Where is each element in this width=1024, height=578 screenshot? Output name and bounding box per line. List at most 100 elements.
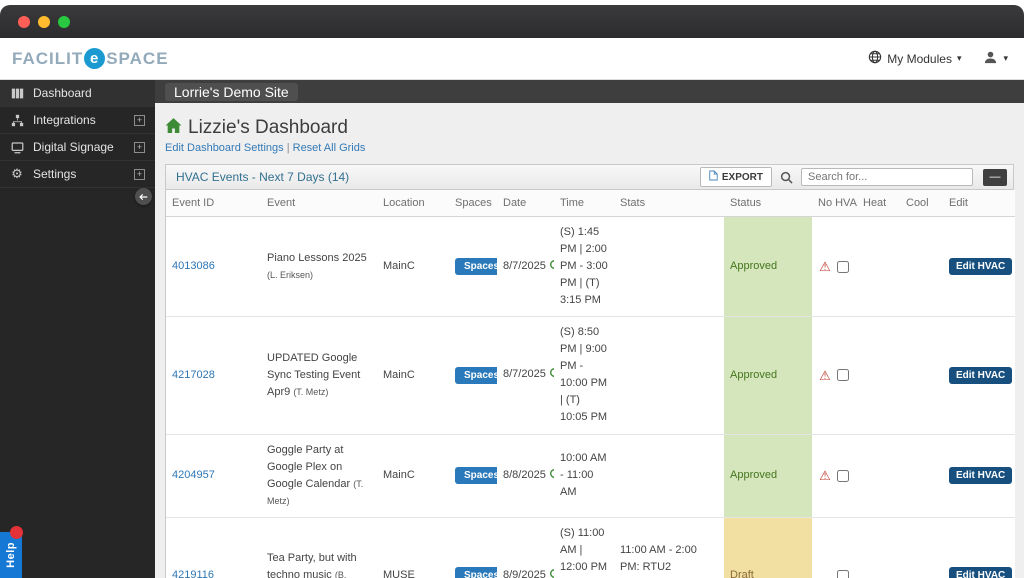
- facilitespace-logo[interactable]: FACILIT e SPACE: [12, 48, 169, 69]
- event-id-link[interactable]: 4219116: [172, 569, 214, 578]
- column-header-event[interactable]: Event: [261, 190, 377, 217]
- sync-icon[interactable]: [549, 259, 554, 276]
- chevron-down-icon: ▾: [1003, 53, 1008, 64]
- event-organizer: (T. Metz): [293, 387, 328, 397]
- sidebar-item-dashboard[interactable]: Dashboard: [0, 80, 155, 107]
- spaces-button[interactable]: Spaces: [455, 258, 497, 275]
- edit-hvac-button[interactable]: Edit HVAC: [949, 567, 1012, 578]
- event-location: MainC: [377, 217, 449, 317]
- status-badge: Approved: [724, 317, 812, 434]
- column-header-location[interactable]: Location: [377, 190, 449, 217]
- expand-plus-icon[interactable]: +: [134, 169, 145, 180]
- heat-cell: [857, 434, 900, 517]
- no-hvac-checkbox[interactable]: [837, 570, 849, 578]
- event-id-link[interactable]: 4217028: [172, 369, 215, 381]
- column-header-heat[interactable]: Heat: [857, 190, 900, 217]
- zoom-window-button[interactable]: [58, 16, 70, 28]
- expand-plus-icon[interactable]: +: [134, 142, 145, 153]
- sidebar-item-label: Settings: [33, 167, 76, 181]
- column-header-cool[interactable]: Cool: [900, 190, 943, 217]
- search-icon[interactable]: [780, 171, 793, 184]
- help-tab[interactable]: Help: [0, 532, 22, 578]
- dashboard-content: Lizzie's Dashboard Edit Dashboard Settin…: [155, 103, 1024, 578]
- event-date: 8/7/2025: [503, 260, 546, 272]
- sidebar-items: DashboardIntegrations+Digital Signage+⚙S…: [0, 80, 155, 188]
- event-id-link[interactable]: 4204957: [172, 469, 215, 481]
- table-header-row: Event IDEventLocationSpacesDateTimeStats…: [166, 190, 1015, 217]
- sidebar-item-label: Integrations: [33, 113, 96, 127]
- sync-icon[interactable]: [549, 468, 554, 485]
- heat-cell: [857, 317, 900, 434]
- help-label: Help: [5, 542, 17, 568]
- event-organizer: (L. Eriksen): [267, 270, 313, 280]
- user-account-menu[interactable]: ▾: [983, 50, 1008, 68]
- event-location: MainC: [377, 317, 449, 434]
- event-time: (S) 1:45 PM | 2:00 PM - 3:00 PM | (T) 3:…: [554, 217, 614, 317]
- table-body: 4013086Piano Lessons 2025 (L. Eriksen)Ma…: [166, 217, 1015, 578]
- minimize-window-button[interactable]: [38, 16, 50, 28]
- status-badge: Approved: [724, 434, 812, 517]
- hvac-events-table: Event IDEventLocationSpacesDateTimeStats…: [166, 190, 1015, 578]
- event-time: (S) 11:00 AM | 12:00 PM - 1:00 PM | (T) …: [554, 517, 614, 578]
- globe-icon: [868, 50, 882, 67]
- close-window-button[interactable]: [18, 16, 30, 28]
- warning-icon: ⚠: [818, 260, 832, 273]
- document-icon: [709, 170, 718, 184]
- event-stats: 11:00 AM - 2:00 PM: RTU2 10:00 AM - 2:00…: [614, 517, 724, 578]
- export-label: EXPORT: [722, 172, 763, 183]
- sidebar-item-digital-signage[interactable]: Digital Signage+: [0, 134, 155, 161]
- page-title: Lizzie's Dashboard: [188, 117, 348, 139]
- column-header-stats[interactable]: Stats: [614, 190, 724, 217]
- reset-all-grids-link[interactable]: Reset All Grids: [293, 142, 366, 154]
- heat-cell: [857, 217, 900, 317]
- column-header-spaces[interactable]: Spaces: [449, 190, 497, 217]
- my-modules-menu[interactable]: My Modules ▾: [868, 50, 961, 67]
- window-titlebar: [0, 5, 1024, 38]
- column-header-edit[interactable]: Edit: [943, 190, 1015, 217]
- sidebar-item-settings[interactable]: ⚙ Settings +: [0, 161, 155, 188]
- spaces-button[interactable]: Spaces: [455, 467, 497, 484]
- column-header-time[interactable]: Time: [554, 190, 614, 217]
- event-time: 10:00 AM - 11:00 AM: [554, 434, 614, 517]
- export-button[interactable]: EXPORT: [700, 167, 772, 187]
- table-row: 4217028UPDATED Google Sync Testing Event…: [166, 317, 1015, 434]
- table-row: 4219116Tea Party, but with techno music …: [166, 517, 1015, 578]
- no-hvac-checkbox[interactable]: [837, 470, 849, 482]
- logo-text-right: SPACE: [106, 49, 168, 69]
- edit-hvac-button[interactable]: Edit HVAC: [949, 258, 1012, 275]
- column-header-status[interactable]: Status: [724, 190, 812, 217]
- notification-dot: [10, 526, 23, 539]
- edit-hvac-button[interactable]: Edit HVAC: [949, 467, 1012, 484]
- collapse-sidebar-button[interactable]: [135, 188, 152, 205]
- no-hvac-checkbox[interactable]: [837, 369, 849, 381]
- app-header: FACILIT e SPACE My Modules ▾: [0, 38, 1024, 80]
- column-header-date[interactable]: Date: [497, 190, 554, 217]
- spaces-button[interactable]: Spaces: [455, 567, 497, 578]
- settings-icon: ⚙: [10, 167, 24, 182]
- sync-icon[interactable]: [549, 367, 554, 384]
- heat-cell: [857, 517, 900, 578]
- spaces-button[interactable]: Spaces: [455, 367, 497, 384]
- sidebar-item-integrations[interactable]: Integrations +: [0, 107, 155, 134]
- event-id-link[interactable]: 4013086: [172, 260, 215, 272]
- expand-plus-icon[interactable]: +: [134, 115, 145, 126]
- event-stats: [614, 317, 724, 434]
- column-header-event-id[interactable]: Event ID: [166, 190, 261, 217]
- table-row: 4204957Goggle Party at Google Plex on Go…: [166, 434, 1015, 517]
- logo-e-icon: e: [84, 48, 105, 69]
- status-badge: Approved: [724, 217, 812, 317]
- edit-dashboard-settings-link[interactable]: Edit Dashboard Settings: [165, 142, 284, 154]
- search-input[interactable]: [801, 168, 973, 186]
- dashboard-icon: [10, 87, 24, 100]
- integrations-icon: [10, 114, 24, 127]
- sync-icon[interactable]: [549, 568, 554, 578]
- collapse-panel-button[interactable]: —: [983, 169, 1007, 186]
- sidebar-nav: DashboardIntegrations+Digital Signage+⚙S…: [0, 80, 155, 578]
- digital-signage-icon: [10, 141, 24, 154]
- warning-icon: ⚠: [818, 469, 832, 482]
- hvac-events-panel: HVAC Events - Next 7 Days (14) EXPORT: [165, 164, 1014, 578]
- no-hvac-checkbox[interactable]: [837, 261, 849, 273]
- edit-hvac-button[interactable]: Edit HVAC: [949, 367, 1012, 384]
- arrow-left-icon: [139, 188, 148, 206]
- column-header-no-hvac-[interactable]: No HVAC?: [812, 190, 857, 217]
